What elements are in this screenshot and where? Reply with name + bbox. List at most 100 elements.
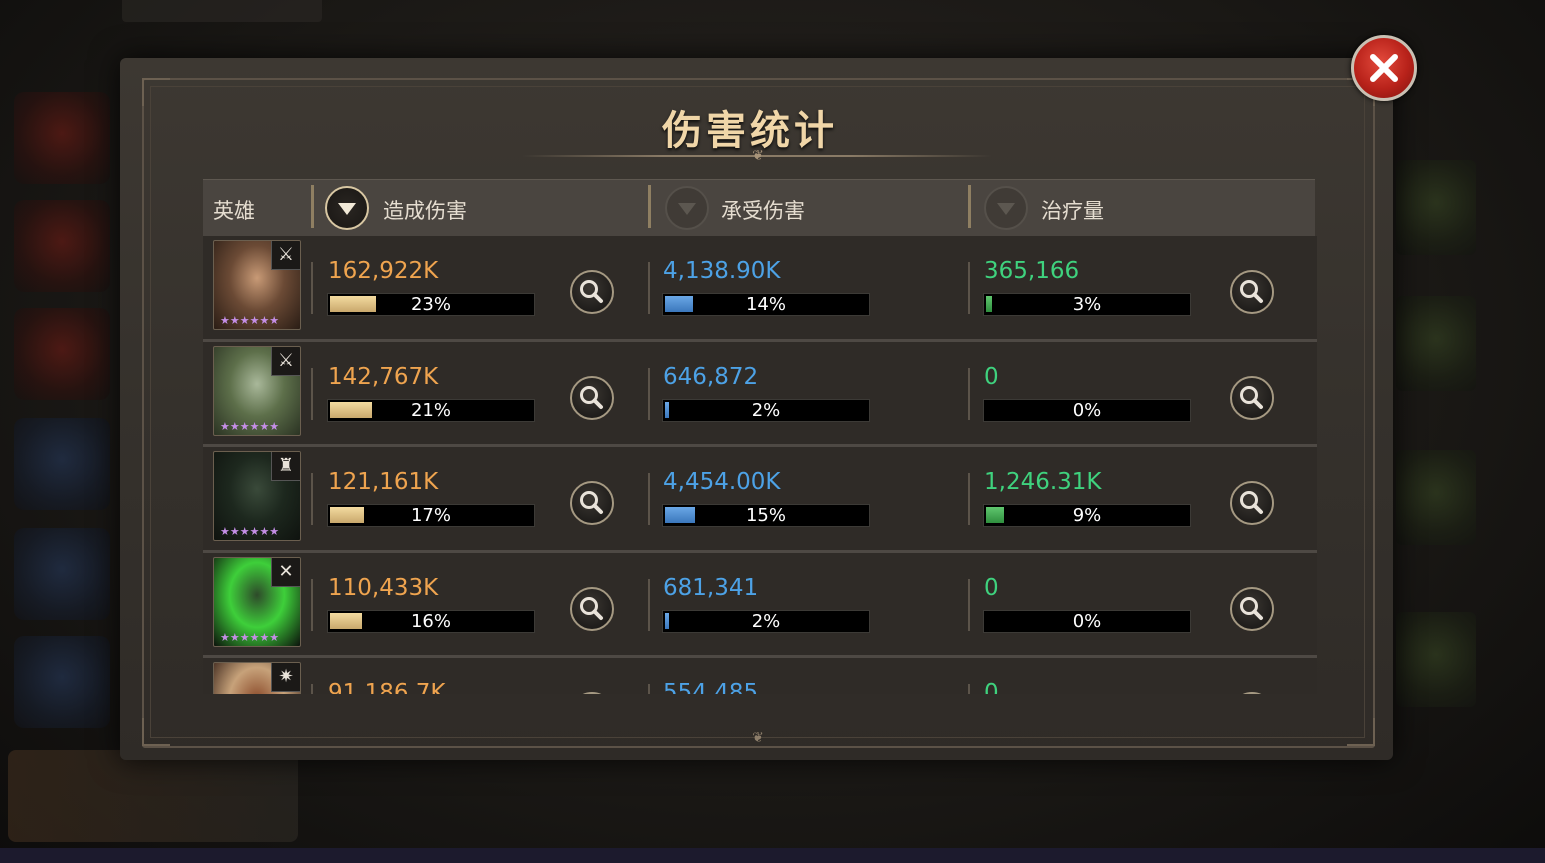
bottom-ornament-icon: ❦ <box>752 730 764 746</box>
column-header-healing[interactable]: 治疗量 <box>1041 195 1104 225</box>
damage-taken-bar: 2% <box>662 610 870 633</box>
background-hero-card <box>1396 296 1476 391</box>
frame-corner <box>1347 718 1375 746</box>
title-ornament-icon: ❦ <box>752 148 764 164</box>
healing-bar: 0% <box>983 610 1191 633</box>
column-separator <box>968 262 970 314</box>
damage-taken-value: 554,485 <box>663 680 759 694</box>
table-row: ♜ ★★★★★★ 121,161K 17% 4,454.00K 15% 1,246.31K 9… <box>203 447 1317 550</box>
header-separator <box>311 185 314 228</box>
column-separator <box>311 579 313 631</box>
hero-portrait-bone-demon[interactable]: ✷★★★★★★ <box>213 662 301 694</box>
damage-taken-value: 4,454.00K <box>663 469 781 495</box>
table-row: ✕ ★★★★★★ 110,433K 16% 681,341 2% 0 0% <box>203 553 1317 656</box>
column-separator <box>648 368 650 420</box>
damage-dealt-bar: 17% <box>327 504 535 527</box>
background-hero-card <box>1396 612 1476 707</box>
damage-dealt-detail-button[interactable] <box>570 376 614 420</box>
column-separator <box>648 262 650 314</box>
magnifier-icon <box>580 491 603 514</box>
healing-detail-button[interactable] <box>1230 481 1274 525</box>
damage-taken-percent: 2% <box>751 611 781 632</box>
sword-icon: ⚔ <box>271 241 300 270</box>
table-row: ✷★★★★★★ 91,186.7K 554,485 0 <box>203 658 1317 694</box>
stats-table-header: 英雄 造成伤害 承受伤害 治疗量 <box>203 179 1315 237</box>
magnifier-icon <box>580 386 603 409</box>
damage-dealt-percent: 17% <box>410 505 451 526</box>
healing-value: 0 <box>984 364 999 390</box>
background-hero-card <box>1396 160 1476 255</box>
healing-percent: 0% <box>1072 400 1102 421</box>
magnifier-icon <box>580 597 603 620</box>
column-separator <box>648 579 650 631</box>
spark-icon: ✷ <box>271 663 300 692</box>
healing-value: 0 <box>984 680 999 694</box>
column-separator <box>968 579 970 631</box>
damage-dealt-detail-button[interactable] <box>570 692 614 694</box>
background-hero-card <box>14 308 110 400</box>
rook-icon: ♜ <box>271 452 300 481</box>
healing-detail-button[interactable] <box>1230 270 1274 314</box>
background-hero-info <box>8 750 298 842</box>
healing-detail-button[interactable] <box>1230 692 1274 694</box>
column-header-damage-dealt[interactable]: 造成伤害 <box>383 195 467 225</box>
magnifier-icon <box>580 280 603 303</box>
background-hero-card <box>14 418 110 510</box>
healing-value: 1,246.31K <box>984 469 1102 495</box>
crossed-axes-icon: ✕ <box>271 558 300 587</box>
column-separator <box>648 684 650 694</box>
damage-taken-value: 646,872 <box>663 364 759 390</box>
sort-damage-dealt-button[interactable] <box>325 186 369 230</box>
background-hero-card <box>1396 450 1476 545</box>
background-bottom-strip <box>0 848 1545 863</box>
damage-dealt-percent: 21% <box>410 400 451 421</box>
damage-taken-value: 681,341 <box>663 575 759 601</box>
header-separator <box>968 185 971 228</box>
frame-corner <box>142 78 170 106</box>
healing-detail-button[interactable] <box>1230 587 1274 631</box>
sort-healing-button[interactable] <box>984 186 1028 230</box>
damage-dealt-detail-button[interactable] <box>570 270 614 314</box>
table-row: ⚔ ★★★★★★ 142,767K 21% 646,872 2% 0 0% <box>203 342 1317 445</box>
background-hero-card <box>14 636 110 728</box>
damage-taken-bar: 14% <box>662 293 870 316</box>
sort-arrow-down-icon <box>678 203 696 215</box>
table-row: ⚔ ★★★★★★ 162,922K 23% 4,138.90K 14% 365,166 3% <box>203 236 1317 339</box>
damage-dealt-detail-button[interactable] <box>570 587 614 631</box>
damage-dealt-value: 110,433K <box>328 575 439 601</box>
star-rating: ★★★★★★ <box>220 314 280 327</box>
hero-portrait-dark-hair-woman[interactable]: ⚔ ★★★★★★ <box>213 240 301 330</box>
damage-taken-value: 4,138.90K <box>663 258 781 284</box>
background-hero-card <box>14 92 110 184</box>
damage-taken-bar: 2% <box>662 399 870 422</box>
sword-icon: ⚔ <box>271 347 300 376</box>
star-rating: ★★★★★★ <box>220 420 280 433</box>
damage-dealt-bar: 23% <box>327 293 535 316</box>
damage-taken-bar: 15% <box>662 504 870 527</box>
damage-dealt-value: 91,186.7K <box>328 680 446 694</box>
damage-dealt-bar: 16% <box>327 610 535 633</box>
close-button[interactable] <box>1351 35 1417 101</box>
hero-portrait-elf-antlers[interactable]: ⚔ ★★★★★★ <box>213 346 301 436</box>
magnifier-icon <box>1240 491 1263 514</box>
close-icon <box>1370 54 1398 82</box>
header-separator <box>648 185 651 228</box>
sort-damage-taken-button[interactable] <box>665 186 709 230</box>
damage-dealt-detail-button[interactable] <box>570 481 614 525</box>
sort-arrow-down-icon <box>997 203 1015 215</box>
hero-portrait-green-spiked[interactable]: ✕ ★★★★★★ <box>213 557 301 647</box>
column-header-hero: 英雄 <box>213 199 255 223</box>
column-header-damage-taken[interactable]: 承受伤害 <box>721 195 805 225</box>
column-separator <box>968 368 970 420</box>
healing-percent: 9% <box>1072 505 1102 526</box>
damage-taken-percent: 15% <box>745 505 786 526</box>
healing-percent: 3% <box>1072 294 1102 315</box>
hero-portrait-crowned-undead[interactable]: ♜ ★★★★★★ <box>213 451 301 541</box>
background-hero-card <box>14 200 110 292</box>
damage-dealt-value: 162,922K <box>328 258 439 284</box>
damage-dealt-bar: 21% <box>327 399 535 422</box>
background-title-bar <box>122 0 322 22</box>
healing-detail-button[interactable] <box>1230 376 1274 420</box>
stats-table-body[interactable]: ⚔ ★★★★★★ 162,922K 23% 4,138.90K 14% 365,166 3% ⚔… <box>203 236 1317 694</box>
magnifier-icon <box>1240 386 1263 409</box>
